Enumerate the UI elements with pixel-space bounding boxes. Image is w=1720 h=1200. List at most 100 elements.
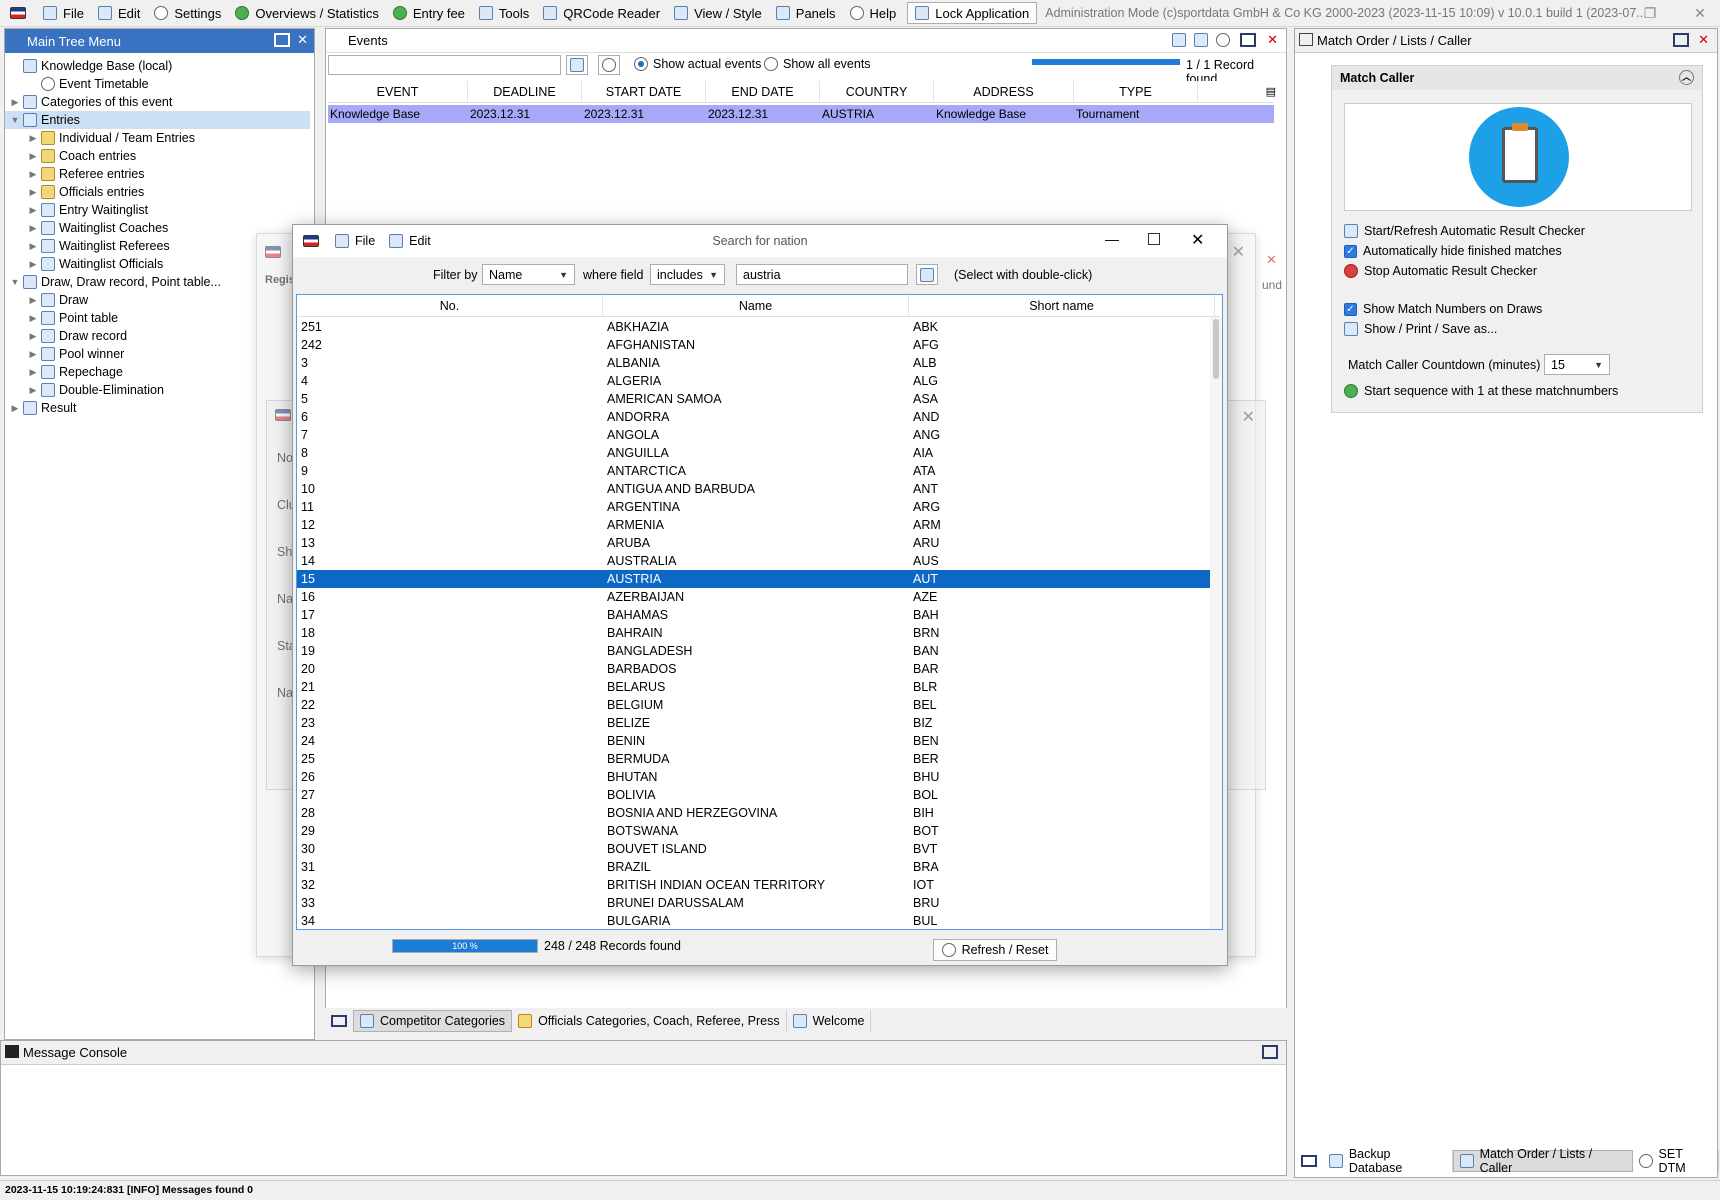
expand-icon[interactable]: ▼ xyxy=(9,277,21,287)
expand-icon[interactable]: ▼ xyxy=(9,115,21,125)
dialog-3-close-icon[interactable]: ✕ xyxy=(1242,407,1255,427)
collapse-icon[interactable]: ︿ xyxy=(1679,70,1694,85)
match-caller-action[interactable]: ✓ Automatically hide finished matches xyxy=(1344,244,1562,258)
menu-file[interactable]: File xyxy=(36,0,91,27)
menu-overviews[interactable]: Overviews / Statistics xyxy=(228,0,386,27)
menu-help[interactable]: Help xyxy=(843,0,904,27)
radio-actual-events[interactable]: Show actual events xyxy=(634,57,761,71)
menu-entry-fee[interactable]: Entry fee xyxy=(386,0,472,27)
nation-row[interactable]: 4 ALGERIA ALG xyxy=(297,372,1220,390)
dialog-menu-file[interactable]: File xyxy=(335,234,375,248)
events-column-header[interactable]: END DATE xyxy=(706,81,820,102)
maximize-icon[interactable] xyxy=(274,33,290,47)
nation-row[interactable]: 14 AUSTRALIA AUS xyxy=(297,552,1220,570)
nation-row[interactable]: 32 BRITISH INDIAN OCEAN TERRITORY IOT xyxy=(297,876,1220,894)
tab-welcome[interactable]: Welcome xyxy=(787,1010,872,1032)
nation-row[interactable]: 24 BENIN BEN xyxy=(297,732,1220,750)
start-sequence-action[interactable]: Start sequence with 1 at these matchnumb… xyxy=(1344,384,1618,398)
nation-row[interactable]: 30 BOUVET ISLAND BVT xyxy=(297,840,1220,858)
nation-column-header[interactable]: Name xyxy=(603,295,909,316)
expand-icon[interactable]: ▶ xyxy=(27,205,39,216)
nation-column-header[interactable]: Short name xyxy=(909,295,1215,316)
expand-icon[interactable]: ▶ xyxy=(27,259,39,270)
events-search-input[interactable] xyxy=(328,55,561,75)
events-table-row[interactable]: Knowledge Base 2023.12.31 2023.12.31 2023.1… xyxy=(328,105,1274,123)
nation-row[interactable]: 18 BAHRAIN BRN xyxy=(297,624,1220,642)
nation-row[interactable]: 29 BOTSWANA BOT xyxy=(297,822,1220,840)
nation-row[interactable]: 23 BELIZE BIZ xyxy=(297,714,1220,732)
nation-row[interactable]: 22 BELGIUM BEL xyxy=(297,696,1220,714)
nation-row[interactable]: 28 BOSNIA AND HERZEGOVINA BIH xyxy=(297,804,1220,822)
expand-icon[interactable]: ▶ xyxy=(27,385,39,396)
dialog-close-icon[interactable]: ✕ xyxy=(1191,230,1204,250)
expand-icon[interactable]: ▶ xyxy=(9,97,21,108)
tree-item[interactable]: ▶ Individual / Team Entries xyxy=(5,129,310,147)
tab-set-dtm[interactable]: SET DTM xyxy=(1633,1147,1719,1175)
dialog-1-close-icon[interactable]: ✕ xyxy=(1232,242,1245,262)
events-column-header[interactable]: ADDRESS xyxy=(934,81,1074,102)
lock-application-button[interactable]: Lock Application xyxy=(907,2,1038,24)
dialog-minimize-icon[interactable]: — xyxy=(1105,231,1119,247)
menu-qrcode[interactable]: QRCode Reader xyxy=(536,0,667,27)
menu-panels[interactable]: Panels xyxy=(769,0,843,27)
expand-icon[interactable]: ▶ xyxy=(27,349,39,360)
expand-icon[interactable]: ▶ xyxy=(27,295,39,306)
dialog-menu-edit[interactable]: Edit xyxy=(389,234,431,248)
tree-item[interactable]: ▶ Categories of this event xyxy=(5,93,310,111)
where-field-combo[interactable]: includes ▼ xyxy=(650,264,725,285)
nation-row[interactable]: 20 BARBADOS BAR xyxy=(297,660,1220,678)
nation-row[interactable]: 17 BAHAMAS BAH xyxy=(297,606,1220,624)
expand-icon[interactable]: ▶ xyxy=(27,169,39,180)
tab-officials-categories[interactable]: Officials Categories, Coach, Referee, Pr… xyxy=(512,1010,787,1032)
nation-row[interactable]: 16 AZERBAIJAN AZE xyxy=(297,588,1220,606)
events-search-button[interactable] xyxy=(566,55,588,75)
tree-item[interactable]: Knowledge Base (local) xyxy=(5,57,310,75)
events-close-icon[interactable]: ✕ xyxy=(1267,32,1278,48)
nation-list-scrollbar[interactable] xyxy=(1210,317,1222,929)
column-chooser-icon[interactable]: ▤ xyxy=(1266,85,1276,98)
tree-item[interactable]: ▶ Coach entries xyxy=(5,147,310,165)
menu-settings[interactable]: Settings xyxy=(147,0,228,27)
nation-column-header[interactable]: No. xyxy=(297,295,603,316)
countdown-combo[interactable]: 15 ▼ xyxy=(1544,354,1610,375)
nation-row[interactable]: 21 BELARUS BLR xyxy=(297,678,1220,696)
events-settings-button[interactable] xyxy=(598,55,620,75)
expand-icon[interactable]: ▶ xyxy=(27,241,39,252)
window-close-button[interactable]: ✕ xyxy=(1680,0,1720,27)
nation-row[interactable]: 19 BANGLADESH BAN xyxy=(297,642,1220,660)
events-column-header[interactable]: DEADLINE xyxy=(468,81,582,102)
expand-icon[interactable]: ▶ xyxy=(27,313,39,324)
nation-row[interactable]: 25 BERMUDA BER xyxy=(297,750,1220,768)
expand-icon[interactable]: ▶ xyxy=(27,367,39,378)
nation-row[interactable]: 251 ABKHAZIA ABK xyxy=(297,318,1220,336)
nation-row[interactable]: 12 ARMENIA ARM xyxy=(297,516,1220,534)
nation-row[interactable]: 7 ANGOLA ANG xyxy=(297,426,1220,444)
nation-row[interactable]: 31 BRAZIL BRA xyxy=(297,858,1220,876)
expand-icon[interactable]: ▶ xyxy=(27,223,39,234)
nation-search-button[interactable] xyxy=(916,264,938,285)
expand-icon[interactable]: ▶ xyxy=(27,133,39,144)
expand-icon[interactable]: ▶ xyxy=(27,187,39,198)
match-caller-action[interactable]: Start/Refresh Automatic Result Checker xyxy=(1344,224,1585,238)
events-column-header[interactable]: TYPE xyxy=(1074,81,1198,102)
console-maximize-icon[interactable] xyxy=(1262,1045,1278,1059)
nation-row[interactable]: 15 AUSTRIA AUT xyxy=(297,570,1220,588)
tab-match-order[interactable]: Match Order / Lists / Caller xyxy=(1452,1147,1633,1175)
right-maximize-icon[interactable] xyxy=(1301,1155,1317,1167)
match-panel-maximize-icon[interactable] xyxy=(1673,33,1689,47)
tab-bar-maximize-icon[interactable] xyxy=(331,1015,347,1027)
nation-row[interactable]: 27 BOLIVIA BOL xyxy=(297,786,1220,804)
nation-row[interactable]: 33 BRUNEI DARUSSALAM BRU xyxy=(297,894,1220,912)
events-folder-icon[interactable] xyxy=(1194,33,1208,47)
window-restore-button[interactable]: ❐ xyxy=(1630,0,1670,27)
events-maximize-icon[interactable] xyxy=(1240,33,1256,47)
match-caller-action[interactable]: Stop Automatic Result Checker xyxy=(1344,264,1537,278)
scrollbar-thumb[interactable] xyxy=(1213,319,1219,379)
close-icon[interactable]: ✕ xyxy=(297,32,308,48)
radio-all-events[interactable]: Show all events xyxy=(764,57,871,71)
events-edit-icon[interactable] xyxy=(1172,33,1186,47)
tab-competitor-categories[interactable]: Competitor Categories xyxy=(353,1010,513,1032)
events-column-header[interactable]: START DATE xyxy=(582,81,706,102)
tree-item[interactable]: ▼ Entries xyxy=(5,111,310,129)
nation-row[interactable]: 5 AMERICAN SAMOA ASA xyxy=(297,390,1220,408)
